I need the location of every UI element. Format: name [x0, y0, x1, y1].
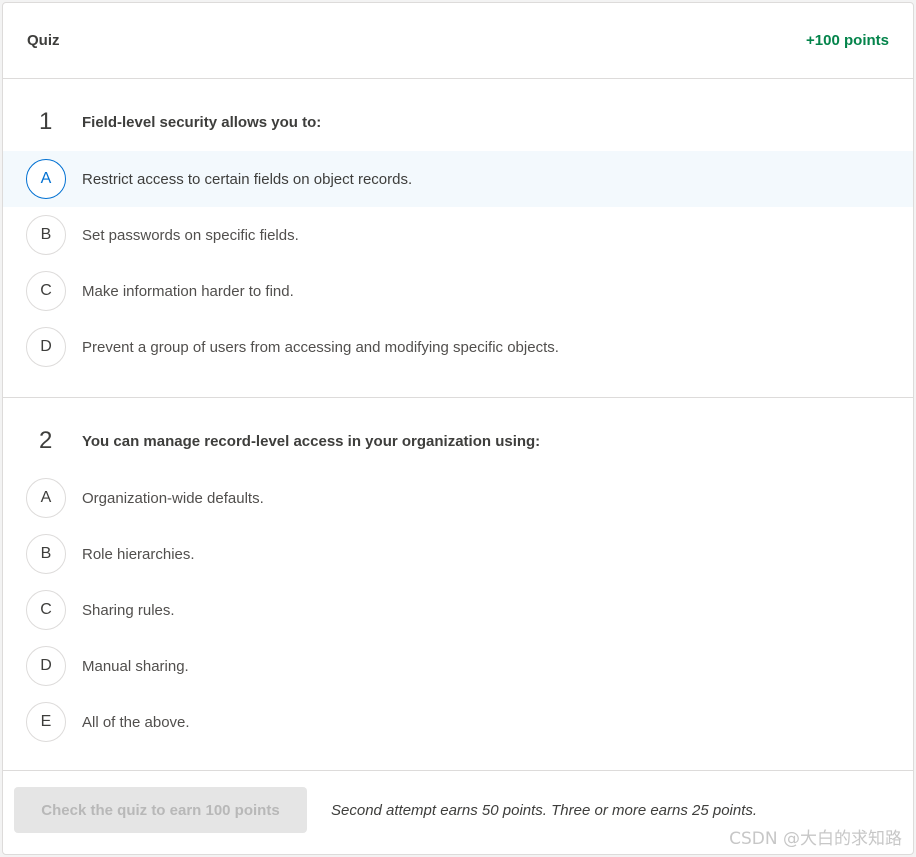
attempt-note: Second attempt earns 50 points. Three or… — [331, 801, 758, 819]
q1-option-a[interactable]: A Restrict access to certain fields on o… — [3, 151, 913, 207]
question-2: 2 You can manage record-level access in … — [3, 398, 913, 771]
option-text: Set passwords on specific fields. — [82, 226, 299, 244]
option-text: Manual sharing. — [82, 657, 189, 675]
q2-option-e[interactable]: E All of the above. — [3, 694, 913, 750]
question-text: You can manage record-level access in yo… — [82, 432, 541, 450]
q2-option-b[interactable]: B Role hierarchies. — [3, 526, 913, 582]
option-text: Make information harder to find. — [82, 282, 294, 300]
q2-option-c[interactable]: C Sharing rules. — [3, 582, 913, 638]
option-text: Role hierarchies. — [82, 545, 195, 563]
question-number: 1 — [39, 108, 53, 135]
question-text: Field-level security allows you to: — [82, 113, 322, 131]
points-badge: +100 points — [806, 32, 889, 49]
watermark: CSDN @大白的求知路 — [729, 829, 902, 849]
option-letter: B — [26, 534, 66, 574]
question-header: 2 You can manage record-level access in … — [3, 427, 913, 454]
q1-option-b[interactable]: B Set passwords on specific fields. — [3, 207, 913, 263]
question-number: 2 — [39, 427, 53, 454]
option-letter: C — [26, 590, 66, 630]
option-letter: E — [26, 702, 66, 742]
option-letter: D — [26, 327, 66, 367]
quiz-card: Quiz +100 points 1 Field-level security … — [2, 2, 914, 855]
quiz-header: Quiz +100 points — [3, 3, 913, 79]
option-text: Sharing rules. — [82, 601, 175, 619]
option-text: All of the above. — [82, 713, 190, 731]
option-letter: A — [26, 159, 66, 199]
option-letter: C — [26, 271, 66, 311]
option-letter: D — [26, 646, 66, 686]
question-header: 1 Field-level security allows you to: — [3, 108, 913, 135]
q1-option-d[interactable]: D Prevent a group of users from accessin… — [3, 319, 913, 375]
question-1: 1 Field-level security allows you to: A … — [3, 79, 913, 398]
option-text: Prevent a group of users from accessing … — [82, 338, 559, 356]
option-letter: A — [26, 478, 66, 518]
option-text: Organization-wide defaults. — [82, 489, 264, 507]
check-quiz-button[interactable]: Check the quiz to earn 100 points — [14, 787, 307, 833]
q1-option-c[interactable]: C Make information harder to find. — [3, 263, 913, 319]
q2-option-a[interactable]: A Organization-wide defaults. — [3, 470, 913, 526]
option-letter: B — [26, 215, 66, 255]
quiz-title: Quiz — [27, 32, 60, 49]
option-text: Restrict access to certain fields on obj… — [82, 170, 413, 188]
q2-option-d[interactable]: D Manual sharing. — [3, 638, 913, 694]
